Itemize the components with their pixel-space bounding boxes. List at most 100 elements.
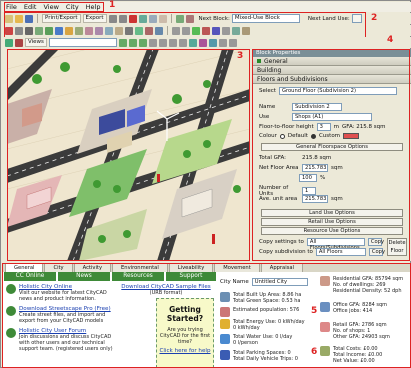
tab-appraisal[interactable]: Appraisal	[260, 263, 303, 272]
copy-settings-button[interactable]: Copy	[367, 238, 384, 246]
copy-settings-select[interactable]: All Floors/Subdivisions	[306, 238, 365, 251]
orbit-icon[interactable]	[212, 26, 220, 35]
cut-icon[interactable]	[138, 14, 147, 23]
land-use-options-button[interactable]: Land Use Options	[261, 209, 403, 217]
menu-city[interactable]: City	[66, 3, 79, 11]
select-tool-icon[interactable]	[5, 26, 13, 35]
next-land-use-label: Next Land Use:	[307, 15, 350, 22]
getting-started-link[interactable]: Click here for help	[157, 348, 213, 354]
delete-floor-button[interactable]: Delete Floor	[387, 238, 407, 256]
delete-icon[interactable]	[128, 14, 137, 23]
route-tool-icon[interactable]	[95, 26, 103, 35]
park-tool-icon[interactable]	[45, 26, 53, 35]
zoom-in-icon[interactable]	[172, 26, 180, 35]
water-tool-icon[interactable]	[55, 26, 63, 35]
move-tool-icon[interactable]	[15, 26, 23, 35]
camera-icon[interactable]	[188, 38, 197, 47]
west-icon[interactable]	[178, 38, 187, 47]
bottom-panel: CC Online News Resources Support Holisti…	[2, 272, 411, 368]
separator	[167, 26, 168, 35]
save-icon[interactable]	[25, 14, 33, 23]
plot-tool-icon[interactable]	[135, 26, 143, 35]
section-floors-subdivisions[interactable]: Floors and Subdivisions	[253, 75, 411, 84]
export-button[interactable]: Export	[82, 14, 107, 23]
colour-swatch[interactable]	[343, 133, 360, 139]
rotate-icon[interactable]	[202, 26, 210, 35]
floor-height-input[interactable]: 3	[316, 123, 331, 131]
next-land-use-dropdown[interactable]	[351, 14, 362, 23]
general-floorspace-button[interactable]: General Floorspace Options	[261, 143, 403, 151]
home-view-icon[interactable]	[218, 38, 227, 47]
map-icon[interactable]	[15, 38, 23, 47]
layers-icon[interactable]	[5, 38, 13, 47]
south-icon[interactable]	[158, 38, 167, 47]
pan-icon[interactable]	[192, 26, 200, 35]
zoom-out-icon[interactable]	[182, 26, 190, 35]
paste-icon[interactable]	[158, 14, 167, 23]
tab-city[interactable]: City	[44, 263, 73, 272]
city-3d-viewport[interactable]	[7, 49, 250, 261]
print-export-button[interactable]: Print/Export	[42, 14, 81, 23]
colour-default-radio[interactable]	[279, 133, 285, 139]
use-select[interactable]: Shops (A1)	[292, 113, 372, 121]
street-view-icon[interactable]	[138, 38, 147, 47]
next-block-select[interactable]: Mixed-Use Block	[231, 14, 300, 23]
menu-edit[interactable]: Edit	[24, 3, 37, 11]
undo-icon[interactable]	[108, 14, 117, 23]
copy-icon[interactable]	[148, 14, 157, 23]
plan-view-icon[interactable]	[118, 38, 127, 47]
redo-icon[interactable]	[118, 14, 127, 23]
city-name-input[interactable]: Untitled City	[251, 278, 308, 286]
measure-icon[interactable]	[185, 14, 194, 23]
street-tool-icon[interactable]	[25, 26, 33, 35]
tab-activity[interactable]: Activity	[73, 263, 112, 272]
copy-subdivision-button[interactable]: Copy	[368, 248, 385, 256]
render-icon[interactable]	[232, 26, 240, 35]
fit-view-icon[interactable]	[222, 26, 230, 35]
label-tool-icon[interactable]	[155, 26, 163, 35]
views-button[interactable]: Views	[25, 38, 47, 47]
retail-use-options-button[interactable]: Retail Use Options	[261, 218, 403, 226]
tab-general[interactable]: General	[5, 263, 44, 272]
east-icon[interactable]	[168, 38, 177, 47]
tab-liveability[interactable]: Liveability	[168, 263, 214, 272]
north-icon[interactable]	[148, 38, 157, 47]
boundary-tool-icon[interactable]	[145, 26, 153, 35]
avg-unit-input[interactable]: 215.783	[302, 195, 328, 203]
building-tool-icon[interactable]	[65, 26, 73, 35]
menu-view[interactable]: View	[43, 3, 58, 11]
net-floor-input[interactable]: 215.783	[302, 164, 328, 172]
total-gfa-row: Total GFA: 215.8 sqm	[259, 155, 332, 161]
percent-input[interactable]: 100	[299, 174, 317, 182]
fly-icon[interactable]	[208, 38, 217, 47]
grid-icon[interactable]	[175, 14, 184, 23]
tree-tool-icon[interactable]	[75, 26, 83, 35]
menu-file[interactable]: File	[6, 3, 17, 11]
name-input[interactable]: Subdivision 2	[292, 103, 342, 111]
units-input[interactable]: 1	[302, 187, 316, 195]
open-icon[interactable]	[15, 14, 23, 23]
city-model-render[interactable]	[7, 49, 250, 261]
block-tool-icon[interactable]	[35, 26, 43, 35]
tab-movement[interactable]: Movement	[214, 263, 260, 272]
junction-tool-icon[interactable]	[105, 26, 113, 35]
menu-help[interactable]: Help	[86, 3, 101, 11]
new-icon[interactable]	[5, 14, 13, 23]
header-resources: Resources	[112, 272, 164, 281]
rail-tool-icon[interactable]	[125, 26, 133, 35]
getting-started-title: Getting Started?	[166, 305, 204, 323]
view-select[interactable]	[48, 38, 117, 47]
parking-tool-icon[interactable]	[85, 26, 93, 35]
shadow-icon[interactable]	[242, 26, 250, 35]
walk-icon[interactable]	[198, 38, 207, 47]
refresh-icon[interactable]	[228, 38, 237, 47]
landmark-tool-icon[interactable]	[115, 26, 123, 35]
colour-custom-radio[interactable]	[310, 133, 316, 139]
copy-subdivision-select[interactable]: All Floors	[315, 248, 366, 256]
percent-row: 100 %	[299, 174, 325, 182]
resource-use-options-button[interactable]: Resource Use Options	[261, 227, 403, 235]
floor-select[interactable]: Ground Floor (Subdivision 2)	[278, 87, 397, 95]
aerial-view-icon[interactable]	[128, 38, 137, 47]
download-icon	[6, 306, 16, 316]
tab-environmental[interactable]: Environmental	[112, 263, 168, 272]
